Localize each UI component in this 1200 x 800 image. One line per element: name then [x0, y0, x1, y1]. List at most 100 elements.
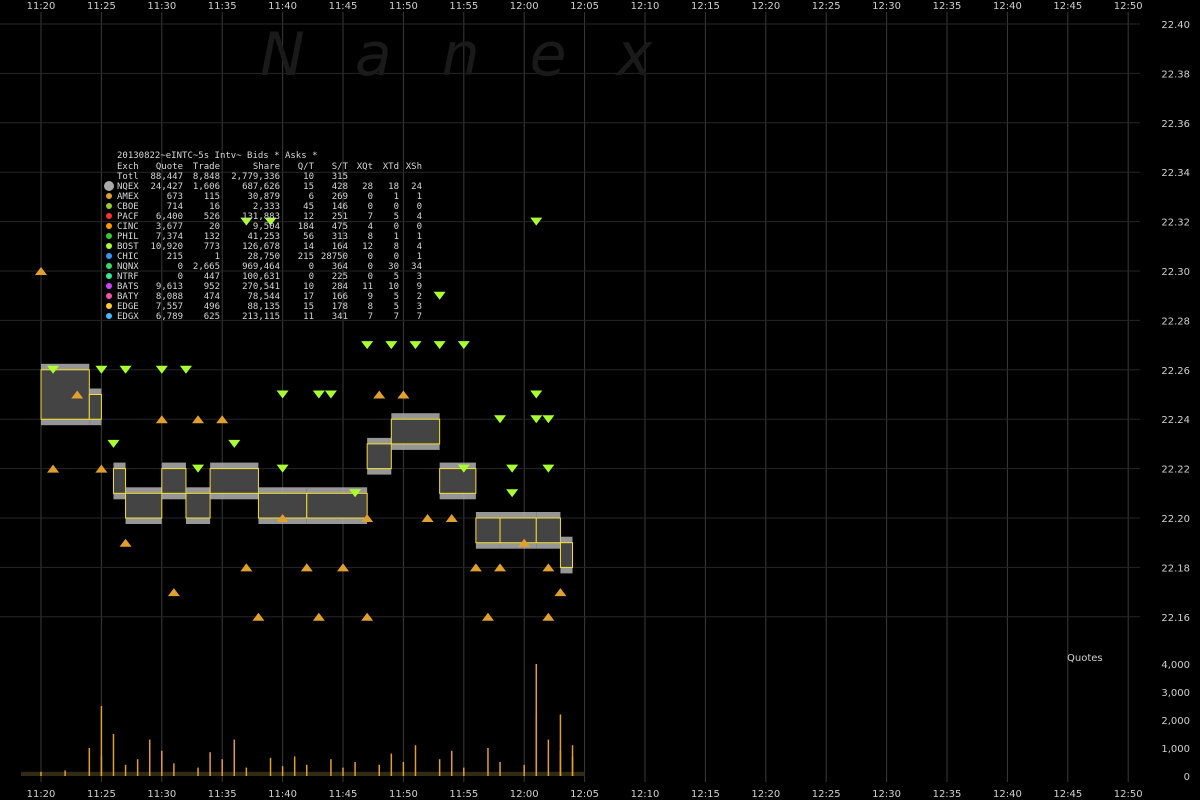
ask-quote-marker: [433, 291, 446, 300]
legend-exchange-marker: [106, 193, 112, 199]
legend-row-cell: 164: [332, 242, 348, 252]
legend-row-cell: 284: [332, 282, 348, 292]
legend-row-cell: 213,115: [242, 312, 280, 322]
bid-band: [439, 493, 476, 500]
legend-row-cell: 24,427: [150, 182, 183, 192]
legend-total-cell: Totl: [117, 172, 139, 182]
legend-row-cell: 9: [368, 292, 373, 302]
ask-band: [258, 487, 307, 494]
legend-row-cell: 2: [417, 292, 422, 302]
ask-band: [391, 413, 440, 420]
legend-row-cell: 7: [368, 312, 373, 322]
legend-title: 20130822~eINTC~5s Intv~ Bids * Asks *: [117, 151, 317, 161]
axis-labels: 11:20 11:20 11:25 11:25 11:30 11:30 11:35 11:35…: [27, 1, 1190, 800]
legend-row-cell: 15: [303, 302, 314, 312]
y-tick-label: 22.40: [1161, 20, 1190, 31]
x-tick-label-top: 12:45: [1053, 1, 1082, 12]
legend-row-cell: NQEX: [117, 182, 139, 192]
legend-row-cell: 20: [209, 222, 220, 232]
ask-band: [475, 512, 501, 518]
bid-band: [391, 443, 440, 450]
legend-row-cell: 12: [303, 212, 314, 222]
x-tick-label-bottom: 12:35: [933, 789, 962, 800]
bid-band: [161, 493, 186, 500]
legend-row-cell: 1: [394, 192, 399, 202]
legend-row-cell: 0: [368, 272, 373, 282]
legend-row-cell: 178: [332, 302, 348, 312]
legend-row-cell: 0: [368, 192, 373, 202]
legend-header-cell: S/T: [332, 162, 349, 172]
legend-header-cell: XQt: [357, 162, 373, 172]
legend-row-cell: 4: [417, 242, 422, 252]
grid-lines: [0, 12, 1140, 782]
legend-row-cell: 270,541: [242, 282, 280, 292]
legend-row-cell: 11: [362, 282, 373, 292]
legend-row-cell: 126,678: [242, 242, 280, 252]
legend-row-cell: 225: [332, 272, 348, 282]
ask-band: [500, 512, 537, 518]
nbbo-box: [161, 468, 187, 494]
y-tick-label: 22.26: [1161, 366, 1190, 377]
legend-row-cell: 3: [417, 272, 422, 282]
bid-band: [125, 518, 162, 524]
legend-row-cell: 673: [167, 192, 183, 202]
x-tick-label-bottom: 11:45: [329, 789, 358, 800]
bid-quote-marker: [397, 390, 410, 399]
x-tick-label-top: 12:20: [751, 1, 780, 12]
ask-quote-marker: [276, 390, 289, 399]
nbbo-box: [535, 517, 561, 544]
x-tick-label-bottom: 12:20: [751, 789, 780, 800]
ask-band: [125, 487, 162, 494]
y-tick-label: 22.32: [1161, 218, 1190, 229]
legend-total-cell: 10: [303, 172, 314, 182]
legend-row-cell: 16: [209, 202, 220, 212]
legend-row-cell: 2,333: [253, 202, 280, 212]
legend-row-cell: 18: [388, 182, 399, 192]
nbbo-box: [306, 492, 368, 519]
legend-row-cell: 8,088: [156, 292, 183, 302]
exchange-legend: 20130822~eINTC~5s Intv~ Bids * Asks * Ex…: [104, 151, 422, 322]
legend-row-cell: 526: [204, 212, 220, 222]
legend-row-cell: 10: [388, 282, 399, 292]
legend-row-cell: 5: [394, 272, 399, 282]
legend-row-cell: 773: [204, 242, 220, 252]
nanex-quote-chart: Nanex 11:20 11:20 11:25 11:25 11:30 11:30 11:3…: [0, 1, 1190, 800]
legend-row-cell: 364: [332, 262, 348, 272]
legend-row-cell: 10: [303, 282, 314, 292]
nbbo-box: [125, 492, 163, 519]
legend-row-cell: EDGX: [117, 312, 139, 322]
legend-row-cell: 15: [303, 182, 314, 192]
ask-quote-marker: [433, 341, 446, 350]
legend-exchange-marker: [106, 303, 112, 309]
ask-quote-marker: [361, 341, 374, 350]
legend-row-cell: 2,665: [193, 262, 220, 272]
legend-exchange-marker: [106, 283, 112, 289]
legend-row-cell: 0: [368, 262, 373, 272]
legend-row-cell: BOST: [117, 242, 139, 252]
legend-exchange-marker: [106, 263, 112, 269]
legend-row-cell: 1: [417, 192, 422, 202]
x-tick-label-top: 11:20: [27, 1, 56, 12]
nbbo-box: [559, 542, 574, 568]
legend-row-cell: 12: [362, 242, 373, 252]
legend-row-cell: 447: [204, 272, 220, 282]
ask-quote-marker: [385, 341, 398, 350]
legend-row-cell: 9,613: [156, 282, 183, 292]
legend-row-cell: 4: [417, 212, 422, 222]
bid-band: [113, 493, 126, 500]
y-tick-label: 22.24: [1161, 415, 1190, 426]
legend-row-cell: 132: [204, 232, 220, 242]
nbbo-box: [475, 517, 501, 544]
legend-row-cell: 7: [394, 312, 399, 322]
legend-row-cell: 6,400: [156, 212, 183, 222]
ask-quote-marker: [228, 439, 241, 448]
legend-row-cell: CINC: [117, 222, 139, 232]
x-tick-label-bottom: 11:30: [147, 789, 176, 800]
legend-header-cell: XSh: [406, 162, 422, 172]
ask-band: [113, 462, 126, 469]
nbbo-box: [209, 468, 259, 494]
legend-row-cell: 1: [394, 232, 399, 242]
x-tick-label-bottom: 12:40: [993, 789, 1022, 800]
legend-row-cell: 1: [215, 252, 220, 262]
y-tick-label: 22.34: [1161, 168, 1190, 179]
